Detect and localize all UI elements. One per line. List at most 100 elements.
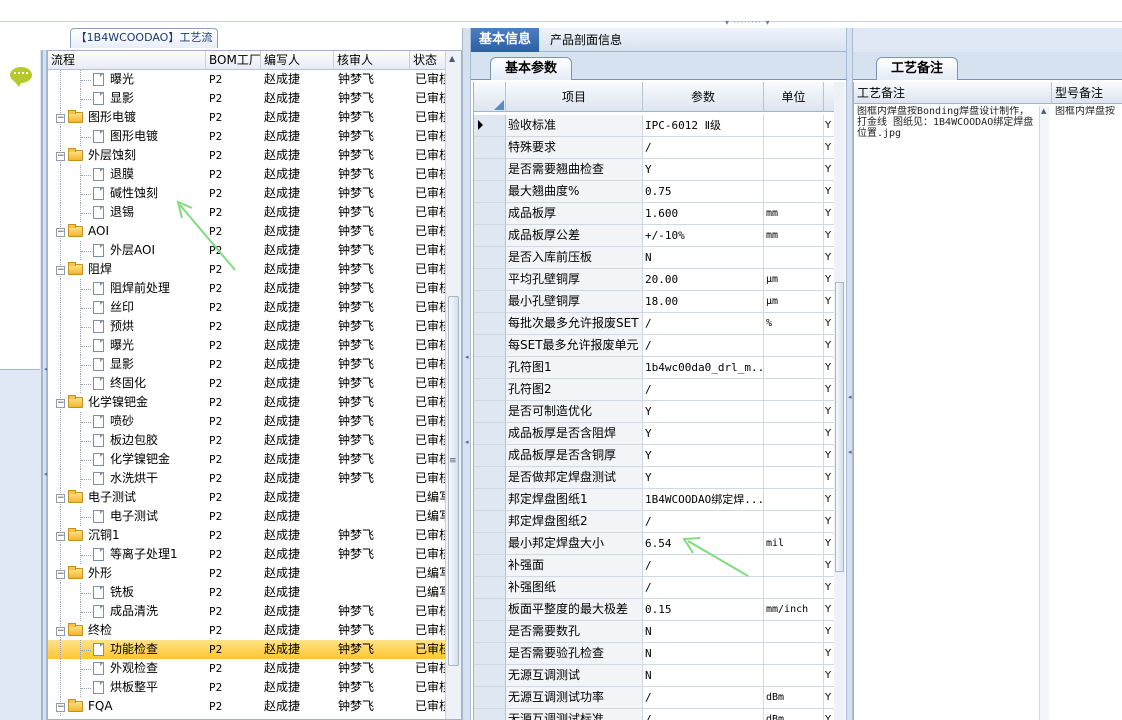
tree-row[interactable]: 水洗烘干 P2 赵成捷 钟梦飞 已审核	[48, 469, 445, 488]
param-value-cell[interactable]: 18.00	[643, 291, 764, 313]
tree-row[interactable]: 喷砂 P2 赵成捷 钟梦飞 已审核	[48, 412, 445, 431]
basic-params-grid[interactable]: 项目 参数 单位 验收标准 IPC-6012 Ⅱ级 Y 特殊要求 / Y 是否需要翘曲检查 Y…	[473, 82, 845, 720]
param-row[interactable]: 孔符图1 1b4wc00da0_drl_m... Y	[474, 357, 845, 379]
param-unit-cell[interactable]: dBm	[764, 709, 824, 720]
collapse-icon[interactable]: −	[56, 627, 65, 636]
model-note-text[interactable]: 图框内焊盘按	[1055, 106, 1122, 118]
param-row[interactable]: 最小邦定焊盘大小 6.54 mil Y	[474, 533, 845, 555]
tree-row[interactable]: − 图形电镀 P2 赵成捷 钟梦飞 已审核	[48, 108, 445, 127]
grid-vertical-scrollbar[interactable]	[834, 82, 845, 720]
tree-row[interactable]: 碱性蚀刻 P2 赵成捷 钟梦飞 已审核	[48, 184, 445, 203]
row-indicator[interactable]	[474, 665, 506, 687]
row-indicator[interactable]	[474, 709, 506, 720]
process-tree-grid[interactable]: 流程 BOM工厂 编写人 核审人 状态 曝光P2赵成捷钟梦飞已审核显影P2赵成捷…	[47, 50, 462, 720]
tree-row[interactable]: 阻焊前处理 P2 赵成捷 钟梦飞 已审核	[48, 279, 445, 298]
column-header-item[interactable]: 项目	[506, 82, 643, 112]
param-row[interactable]: 最大翘曲度% 0.75 Y	[474, 181, 845, 203]
scroll-up-icon[interactable]: ▲	[449, 54, 455, 63]
param-row[interactable]: 每SET最多允许报废单元 / Y	[474, 335, 845, 357]
row-indicator[interactable]	[474, 621, 506, 643]
column-header-bom-factory[interactable]: BOM工厂	[206, 51, 261, 70]
tree-row[interactable]: 功能检查 P2 赵成捷 钟梦飞 已审核	[48, 640, 445, 659]
param-unit-cell[interactable]	[764, 115, 824, 137]
param-row[interactable]: 是否入库前压板 N Y	[474, 247, 845, 269]
param-value-cell[interactable]: 20.00	[643, 269, 764, 291]
row-indicator[interactable]	[474, 115, 506, 137]
tree-row[interactable]: 板边包胶 P2 赵成捷 钟梦飞 已审核	[48, 431, 445, 450]
row-indicator[interactable]	[474, 247, 506, 269]
splitter-grip[interactable]: ▾ ········ ▾	[725, 19, 785, 27]
tree-row[interactable]: 铣板 P2 赵成捷 已编写	[48, 583, 445, 602]
row-indicator[interactable]	[474, 423, 506, 445]
param-value-cell[interactable]: 0.75	[643, 181, 764, 203]
tree-row[interactable]: 等离子处理1 P2 赵成捷 钟梦飞 已审核	[48, 545, 445, 564]
process-note-text[interactable]: 图框内焊盘按Bonding焊盘设计制作，打金线 图纸见：1B4WCOODAO绑定…	[857, 106, 1037, 206]
param-value-cell[interactable]: IPC-6012 Ⅱ级	[643, 115, 764, 137]
param-row[interactable]: 补强面 / Y	[474, 555, 845, 577]
collapse-icon[interactable]: −	[56, 570, 65, 579]
tab-basic-info[interactable]: 基本信息	[471, 28, 539, 52]
param-unit-cell[interactable]	[764, 467, 824, 489]
param-value-cell[interactable]: Y	[643, 467, 764, 489]
row-indicator[interactable]	[474, 357, 506, 379]
param-unit-cell[interactable]: mil	[764, 533, 824, 555]
tree-row[interactable]: − 阻焊 P2 赵成捷 钟梦飞 已审核	[48, 260, 445, 279]
tab-product-section-info[interactable]: 产品剖面信息	[541, 28, 631, 52]
row-indicator[interactable]	[474, 335, 506, 357]
param-value-cell[interactable]: 0.15	[643, 599, 764, 621]
param-row[interactable]: 无源互调测试标准 / dBm Y	[474, 709, 845, 720]
tree-row[interactable]: 曝光 P2 赵成捷 钟梦飞 已审核	[48, 336, 445, 355]
column-header-reviewer[interactable]: 核审人	[334, 51, 410, 70]
param-row[interactable]: 无源互调测试 N Y	[474, 665, 845, 687]
tab-process-notes[interactable]: 工艺备注	[876, 57, 958, 80]
tab-process-flow[interactable]: 【1B4WCOODAO】工艺流程	[70, 28, 218, 62]
param-row[interactable]: 板面平整度的最大极差 0.15 mm/inch Y	[474, 599, 845, 621]
param-value-cell[interactable]: /	[643, 687, 764, 709]
tree-row[interactable]: 终固化 P2 赵成捷 钟梦飞 已审核	[48, 374, 445, 393]
param-unit-cell[interactable]: mm	[764, 225, 824, 247]
param-value-cell[interactable]: 1B4WCOODAO绑定焊...	[643, 489, 764, 511]
notes-grid[interactable]: 工艺备注 型号备注 图框内焊盘按Bonding焊盘设计制作，打金线 图纸见：1B…	[853, 82, 1122, 720]
tree-row[interactable]: 化学镍钯金 P2 赵成捷 钟梦飞 已审核	[48, 450, 445, 469]
column-header-flow[interactable]: 流程	[48, 51, 206, 70]
param-value-cell[interactable]: Y	[643, 445, 764, 467]
param-value-cell[interactable]: /	[643, 335, 764, 357]
column-header-param[interactable]: 参数	[643, 82, 764, 112]
chat-bubble-icon[interactable]	[10, 67, 32, 87]
param-row[interactable]: 无源互调测试功率 / dBm Y	[474, 687, 845, 709]
tree-row[interactable]: 退锡 P2 赵成捷 钟梦飞 已审核	[48, 203, 445, 222]
param-unit-cell[interactable]	[764, 247, 824, 269]
param-unit-cell[interactable]	[764, 445, 824, 467]
row-indicator[interactable]	[474, 599, 506, 621]
param-row[interactable]: 最小孔壁铜厚 18.00 μm Y	[474, 291, 845, 313]
param-unit-cell[interactable]: μm	[764, 291, 824, 313]
param-unit-cell[interactable]	[764, 357, 824, 379]
param-value-cell[interactable]: /	[643, 709, 764, 720]
param-unit-cell[interactable]	[764, 137, 824, 159]
param-row[interactable]: 是否需要验孔检查 N Y	[474, 643, 845, 665]
param-value-cell[interactable]: N	[643, 665, 764, 687]
param-value-cell[interactable]: /	[643, 511, 764, 533]
collapse-icon[interactable]: −	[56, 399, 65, 408]
middle-splitter[interactable]: ◂ ◂	[462, 28, 471, 720]
tree-row[interactable]: − FQA P2 赵成捷 钟梦飞 已审核	[48, 697, 445, 716]
param-row[interactable]: 成品板厚是否含阻焊 Y Y	[474, 423, 845, 445]
tree-row[interactable]: 电子测试 P2 赵成捷 已编写	[48, 507, 445, 526]
tree-row[interactable]: 预烘 P2 赵成捷 钟梦飞 已审核	[48, 317, 445, 336]
param-unit-cell[interactable]	[764, 379, 824, 401]
scroll-thumb[interactable]	[448, 296, 459, 666]
row-indicator[interactable]	[474, 181, 506, 203]
param-value-cell[interactable]: Y	[643, 159, 764, 181]
column-header-unit[interactable]: 单位	[764, 82, 824, 112]
param-value-cell[interactable]: +/-10%	[643, 225, 764, 247]
tree-row[interactable]: 烘板整平 P2 赵成捷 钟梦飞 已审核	[48, 678, 445, 697]
row-indicator[interactable]	[474, 313, 506, 335]
param-row[interactable]: 补强图纸 / Y	[474, 577, 845, 599]
tree-row[interactable]: 曝光 P2 赵成捷 钟梦飞 已审核	[48, 70, 445, 89]
param-value-cell[interactable]: /	[643, 379, 764, 401]
column-header-writer[interactable]: 编写人	[261, 51, 334, 70]
param-value-cell[interactable]: /	[643, 577, 764, 599]
tree-row[interactable]: 丝印 P2 赵成捷 钟梦飞 已审核	[48, 298, 445, 317]
param-unit-cell[interactable]	[764, 159, 824, 181]
param-unit-cell[interactable]	[764, 621, 824, 643]
